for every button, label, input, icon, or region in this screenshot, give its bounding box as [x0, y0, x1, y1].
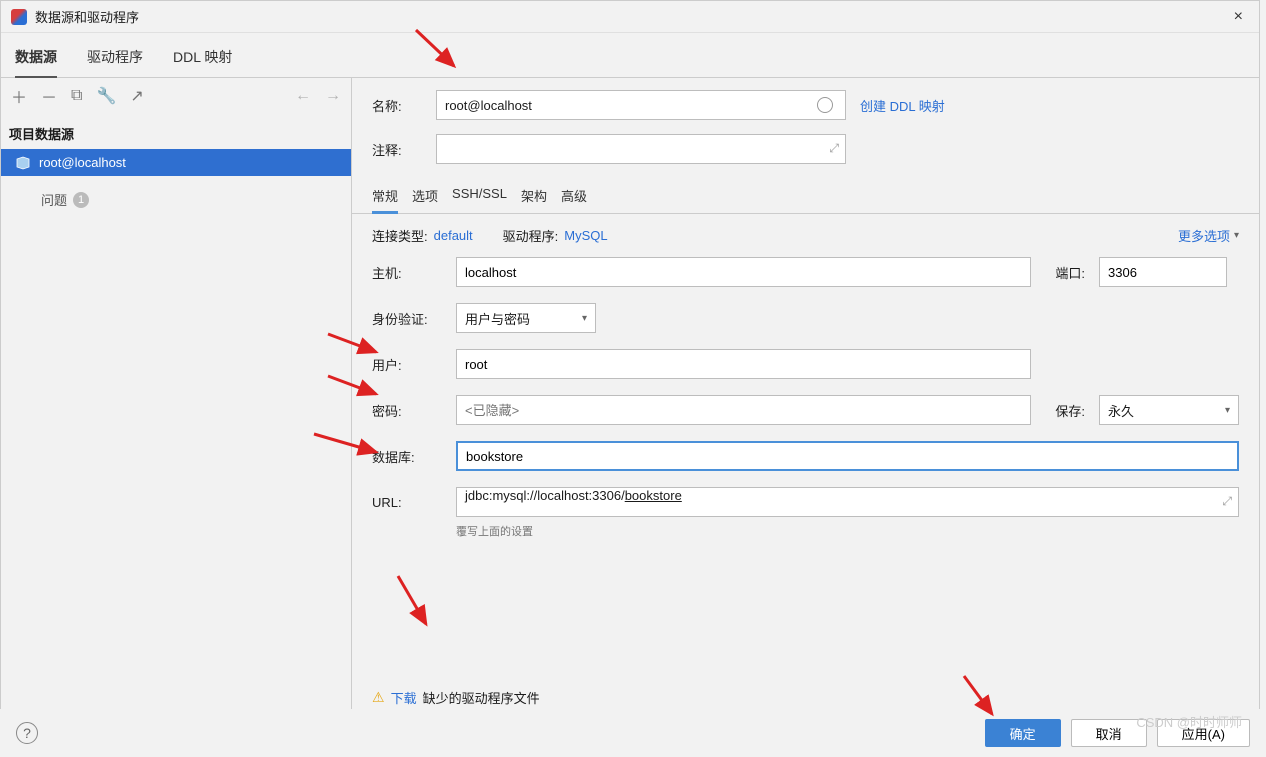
sidebar-item-datasource[interactable]: root@localhost [1, 149, 351, 176]
copy-icon[interactable]: ⧉ [71, 87, 82, 105]
sidebar: ＋ － ⧉ 🔧 ↗ ← → 项目数据源 root@localhost 问题 1 [1, 78, 352, 754]
user-input[interactable] [456, 349, 1031, 379]
help-icon[interactable]: ? [16, 722, 38, 744]
sidebar-item-issues[interactable]: 问题 1 [1, 176, 351, 223]
apply-button[interactable]: 应用(A) [1157, 719, 1250, 747]
close-icon[interactable]: × [1228, 8, 1249, 26]
color-circle-icon[interactable] [817, 97, 833, 113]
name-value: root@localhost [445, 98, 532, 113]
sub-tabs: 常规 选项 SSH/SSL 架构 高级 [352, 178, 1259, 214]
save-label: 保存: [1045, 401, 1085, 420]
add-icon[interactable]: ＋ [11, 84, 27, 108]
host-label: 主机: [372, 263, 442, 282]
chevron-down-icon: ▾ [582, 313, 587, 324]
warning-icon: ⚠ [372, 689, 385, 706]
title-bar: 数据源和驱动程序 × [1, 1, 1259, 33]
driver-label: 驱动程序: [503, 226, 559, 245]
dialog: 数据源和驱动程序 × 数据源 驱动程序 DDL 映射 ＋ － ⧉ 🔧 ↗ ← →… [0, 0, 1260, 755]
expand-icon[interactable]: ⤢ [829, 141, 839, 156]
remove-icon[interactable]: － [41, 84, 57, 108]
back-icon[interactable]: ← [295, 87, 311, 105]
sidebar-item-label: root@localhost [39, 155, 126, 170]
user-label: 用户: [372, 355, 442, 374]
url-db: bookstore [625, 488, 682, 503]
auth-value: 用户与密码 [465, 309, 530, 328]
tab-options[interactable]: 选项 [412, 178, 438, 213]
app-icon [11, 9, 27, 25]
port-input[interactable] [1099, 257, 1227, 287]
more-options-label: 更多选项 [1178, 226, 1230, 245]
tab-advanced[interactable]: 高级 [561, 178, 587, 213]
comment-input[interactable]: ⤢ [436, 134, 846, 164]
create-ddl-link[interactable]: 创建 DDL 映射 [860, 96, 945, 115]
forward-icon[interactable]: → [325, 87, 341, 105]
conn-type-value[interactable]: default [434, 228, 473, 243]
name-label: 名称: [372, 96, 422, 115]
ok-button[interactable]: 确定 [985, 719, 1061, 747]
name-input[interactable]: root@localhost [436, 90, 846, 120]
driver-value[interactable]: MySQL [564, 228, 607, 243]
conn-type-label: 连接类型: [372, 226, 428, 245]
chevron-down-icon: ▾ [1225, 405, 1230, 416]
expand-icon[interactable]: ⤢ [1222, 494, 1232, 509]
export-icon[interactable]: ↗ [130, 86, 143, 106]
tab-general[interactable]: 常规 [372, 178, 398, 213]
footer: ? 确定 取消 应用(A) [0, 709, 1266, 757]
cancel-button[interactable]: 取消 [1071, 719, 1147, 747]
chevron-down-icon: ▾ [1234, 230, 1239, 241]
wrench-icon[interactable]: 🔧 [96, 86, 116, 106]
sidebar-toolbar: ＋ － ⧉ 🔧 ↗ ← → [1, 78, 351, 114]
tab-ssh[interactable]: SSH/SSL [452, 178, 507, 213]
host-input[interactable] [456, 257, 1031, 287]
auth-label: 身份验证: [372, 309, 442, 328]
tab-ddl[interactable]: DDL 映射 [173, 39, 232, 77]
database-label: 数据库: [372, 447, 442, 466]
save-select[interactable]: 永久 ▾ [1099, 395, 1239, 425]
tab-drivers[interactable]: 驱动程序 [87, 39, 143, 77]
port-label: 端口: [1045, 263, 1085, 282]
database-icon [15, 156, 31, 170]
download-link[interactable]: 下载 [391, 688, 417, 707]
url-label: URL: [372, 495, 442, 510]
warning-text: 缺少的驱动程序文件 [423, 688, 540, 707]
url-input[interactable]: jdbc:mysql://localhost:3306/bookstore ⤢ [456, 487, 1239, 517]
connection-info-row: 连接类型: default 驱动程序: MySQL 更多选项 ▾ [352, 214, 1259, 251]
comment-label: 注释: [372, 140, 422, 159]
save-value: 永久 [1108, 401, 1134, 420]
issues-label: 问题 [41, 190, 67, 209]
main-tabs: 数据源 驱动程序 DDL 映射 [1, 33, 1259, 78]
tab-schema[interactable]: 架构 [521, 178, 547, 213]
sidebar-section-title: 项目数据源 [1, 114, 351, 149]
tab-datasources[interactable]: 数据源 [15, 39, 57, 77]
database-input[interactable] [456, 441, 1239, 471]
password-input[interactable] [456, 395, 1031, 425]
issues-count-badge: 1 [73, 192, 89, 208]
window-title: 数据源和驱动程序 [35, 7, 1228, 26]
more-options-link[interactable]: 更多选项 ▾ [1178, 226, 1239, 245]
url-prefix: jdbc:mysql://localhost:3306/ [465, 488, 625, 503]
auth-select[interactable]: 用户与密码 ▾ [456, 303, 596, 333]
password-label: 密码: [372, 401, 442, 420]
content-panel: 名称: root@localhost 创建 DDL 映射 注释: ⤢ 常规 选项 [352, 78, 1259, 754]
url-hint: 覆写上面的设置 [456, 523, 1239, 539]
